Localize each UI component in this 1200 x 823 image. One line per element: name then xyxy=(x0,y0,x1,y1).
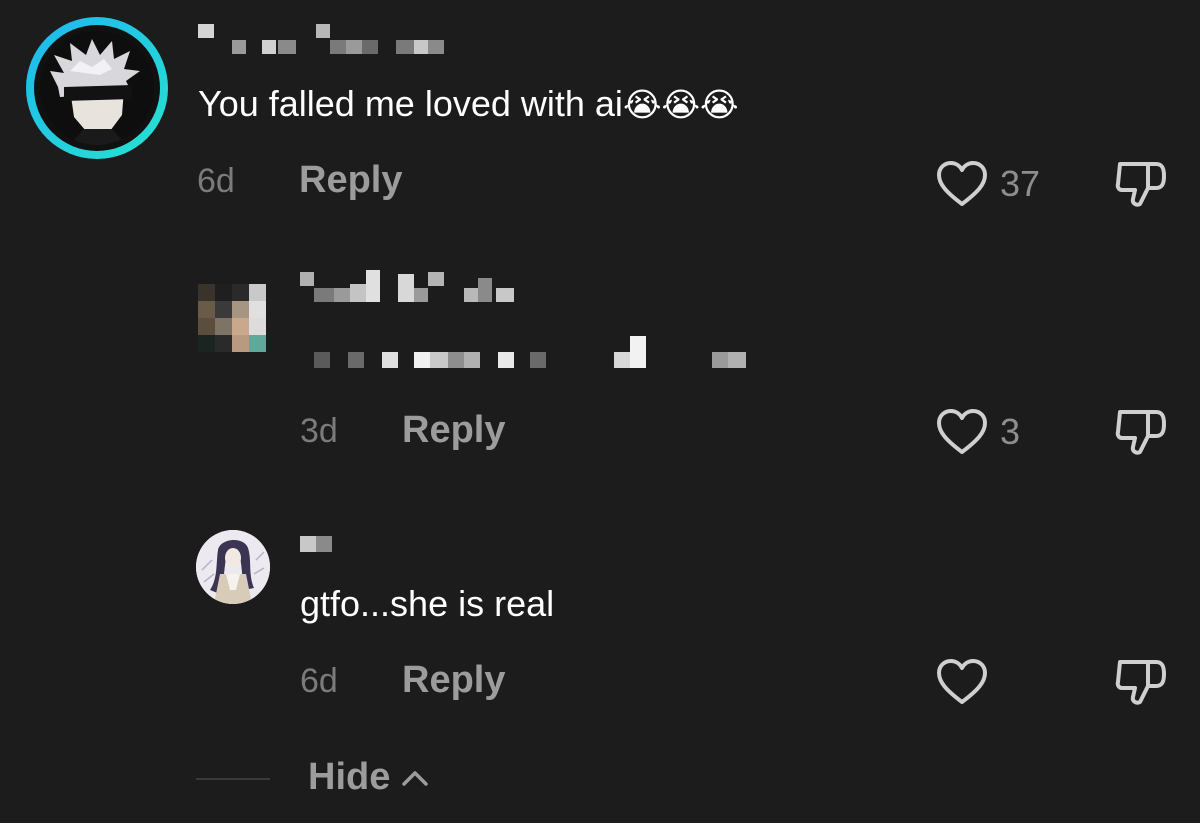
comment-text: You falled me loved with ai😭😭😭 xyxy=(198,83,739,124)
avatar[interactable] xyxy=(26,17,168,159)
like-button[interactable]: 3 xyxy=(936,408,1020,456)
username-redacted[interactable] xyxy=(300,268,520,304)
reply-button[interactable]: Reply xyxy=(299,159,402,202)
like-button[interactable]: 37 xyxy=(936,160,1040,208)
like-count: 3 xyxy=(1000,411,1021,452)
reply-item: 3d Reply 3 xyxy=(0,240,1200,490)
username-redacted[interactable] xyxy=(300,536,334,552)
username-redacted[interactable] xyxy=(198,24,450,56)
avatar[interactable] xyxy=(196,530,270,604)
reply-button[interactable]: Reply xyxy=(402,659,505,702)
comment-timestamp: 6d xyxy=(197,162,235,200)
heart-outline-icon xyxy=(937,161,987,206)
comment-item: You falled me loved with ai😭😭😭 6d Reply … xyxy=(0,0,1200,240)
comment-timestamp: 6d xyxy=(300,662,338,700)
thumbs-down-outline-icon[interactable] xyxy=(1114,656,1168,708)
comment-text-redacted xyxy=(314,336,754,372)
reply-button[interactable]: Reply xyxy=(402,409,505,452)
comment-timestamp: 3d xyxy=(300,412,338,450)
heart-outline-icon xyxy=(937,659,987,704)
comments-panel: You falled me loved with ai😭😭😭 6d Reply … xyxy=(0,0,1200,823)
chevron-up-icon xyxy=(402,770,429,786)
avatar[interactable] xyxy=(198,284,266,354)
comment-text: gtfo...she is real xyxy=(300,583,555,624)
like-count: 37 xyxy=(1000,163,1041,204)
crying-emoji-icon: 😭😭😭 xyxy=(622,86,739,123)
thumbs-down-outline-icon[interactable] xyxy=(1114,158,1168,210)
hide-label: Hide xyxy=(308,756,391,798)
thumbs-down-outline-icon[interactable] xyxy=(1114,406,1168,458)
hide-replies-button[interactable]: Hide xyxy=(308,756,430,799)
reply-item: gtfo...she is real 6d Reply xyxy=(0,490,1200,740)
divider xyxy=(196,778,270,780)
heart-outline-icon xyxy=(937,409,987,454)
like-button[interactable] xyxy=(936,658,1000,706)
